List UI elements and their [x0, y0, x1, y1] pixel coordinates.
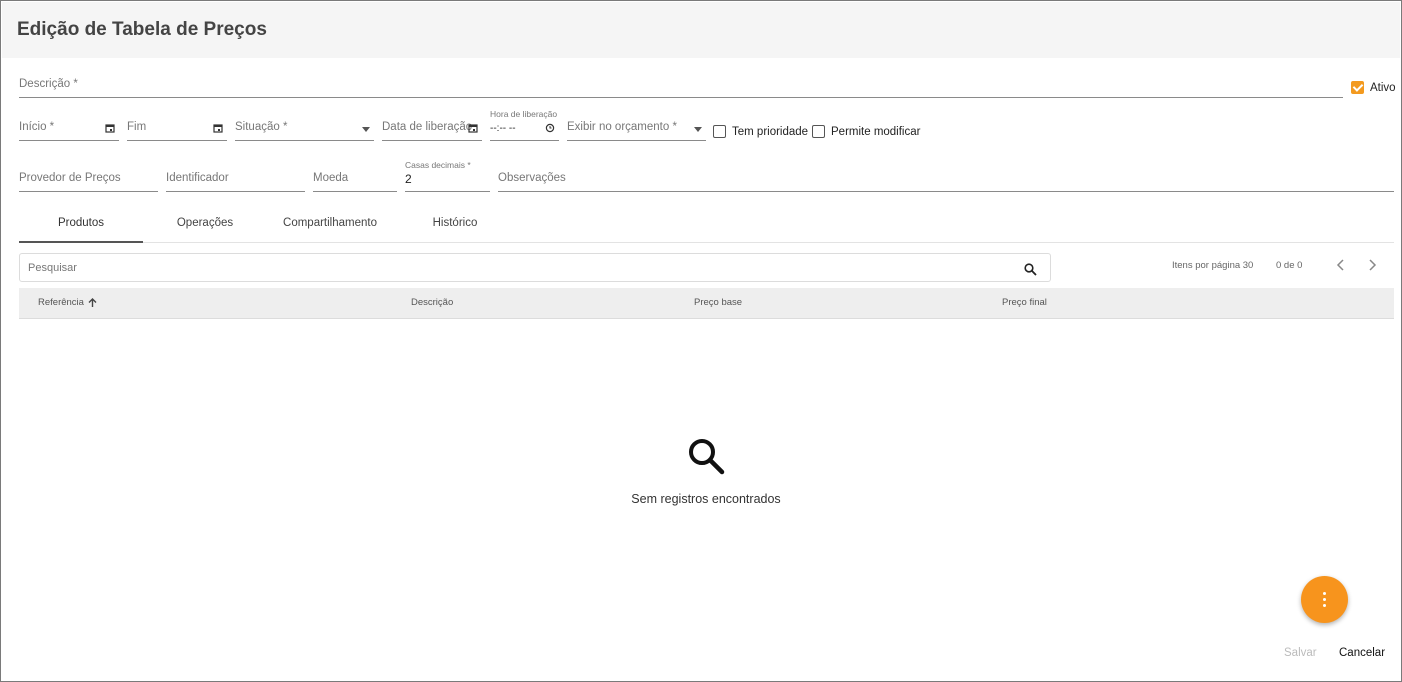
hora-liberacao-label: Hora de liberação — [490, 109, 558, 119]
search-placeholder: Pesquisar — [28, 262, 77, 274]
window: Edição de Tabela de Preços Descrição * A… — [0, 0, 1402, 682]
tab-historico[interactable]: Histórico — [393, 206, 517, 243]
more-vertical-icon — [1323, 592, 1326, 607]
tem-prioridade-label: Tem prioridade — [732, 125, 809, 138]
items-per-page[interactable]: Itens por página 30 — [1172, 260, 1253, 271]
column-descricao-label: Descrição — [411, 297, 454, 308]
clock-icon[interactable] — [545, 123, 555, 133]
provedor-label: Provedor de Preços — [19, 172, 121, 184]
chevron-down-icon — [362, 127, 370, 132]
calendar-icon[interactable] — [105, 123, 115, 133]
empty-message: Sem registros encontrados — [631, 492, 781, 506]
identificador-label: Identificador — [166, 172, 229, 184]
identificador-field[interactable]: Identificador — [166, 168, 305, 192]
observacoes-field[interactable]: Observações — [498, 168, 1394, 192]
page-header: Edição de Tabela de Preços — [2, 2, 1400, 58]
casas-decimais-label: Casas decimais * — [405, 160, 471, 170]
permite-modificar-checkbox[interactable]: Permite modificar — [812, 125, 920, 138]
cancel-button[interactable]: Cancelar — [1339, 647, 1385, 659]
tab-produtos[interactable]: Produtos — [19, 206, 143, 243]
search-icon — [689, 439, 725, 475]
ativo-check-icon[interactable] — [1351, 81, 1364, 94]
page-title: Edição de Tabela de Preços — [17, 19, 267, 40]
inicio-label: Início * — [19, 121, 55, 133]
calendar-icon[interactable] — [468, 123, 478, 133]
hora-liberacao-value: --:-- -- — [490, 123, 516, 134]
column-preco-base[interactable]: Preço base — [694, 297, 742, 308]
observacoes-label: Observações — [498, 172, 566, 184]
save-button[interactable]: Salvar — [1284, 647, 1317, 659]
column-preco-final[interactable]: Preço final — [1002, 297, 1047, 308]
descricao-field[interactable]: Descrição * — [19, 74, 1343, 98]
chevron-down-icon — [694, 127, 702, 132]
checkbox-icon[interactable] — [713, 125, 726, 138]
provedor-precos-field[interactable]: Provedor de Preços — [19, 168, 158, 192]
tab-bar: Produtos Operações Compartilhamento Hist… — [19, 206, 1394, 243]
search-input[interactable]: Pesquisar — [19, 253, 1051, 282]
moeda-label: Moeda — [313, 172, 349, 184]
search-icon[interactable] — [1024, 263, 1037, 276]
exibir-orcamento-select[interactable]: Exibir no orçamento * — [567, 117, 706, 141]
situacao-label: Situação * — [235, 121, 288, 133]
casas-decimais-value: 2 — [405, 172, 412, 186]
data-liberacao-field[interactable]: Data de liberação — [382, 117, 482, 141]
column-referencia-label: Referência — [38, 297, 84, 308]
column-preco-base-label: Preço base — [694, 297, 743, 308]
permite-modificar-label: Permite modificar — [831, 125, 921, 138]
situacao-select[interactable]: Situação * — [235, 117, 374, 141]
arrow-up-icon — [88, 297, 97, 307]
casas-decimais-field[interactable]: Casas decimais * 2 — [405, 160, 490, 192]
exibir-orcamento-label: Exibir no orçamento * — [567, 121, 677, 133]
calendar-icon[interactable] — [213, 123, 223, 133]
tem-prioridade-checkbox[interactable]: Tem prioridade — [713, 125, 808, 138]
more-actions-button[interactable] — [1301, 576, 1348, 623]
inicio-date-field[interactable]: Início * — [19, 117, 119, 141]
ativo-checkbox[interactable]: Ativo — [1351, 81, 1396, 94]
page-range: 0 de 0 — [1276, 260, 1303, 271]
table-header: Referência Descrição Preço base Preço fi… — [19, 288, 1394, 319]
column-preco-final-label: Preço final — [1002, 297, 1047, 308]
chevron-right-icon[interactable] — [1367, 259, 1377, 271]
descricao-label: Descrição * — [19, 78, 78, 90]
moeda-field[interactable]: Moeda — [313, 168, 397, 192]
column-descricao[interactable]: Descrição — [411, 297, 453, 308]
chevron-left-icon[interactable] — [1336, 259, 1346, 271]
data-liberacao-label: Data de liberação — [382, 121, 473, 133]
ativo-label: Ativo — [1370, 81, 1396, 94]
fim-label: Fim — [127, 121, 147, 133]
hora-liberacao-field[interactable]: Hora de liberação --:-- -- — [490, 109, 559, 141]
tab-operacoes[interactable]: Operações — [143, 206, 267, 243]
column-referencia[interactable]: Referência — [38, 297, 97, 308]
checkbox-icon[interactable] — [812, 125, 825, 138]
fim-date-field[interactable]: Fim — [127, 117, 227, 141]
tab-compartilhamento[interactable]: Compartilhamento — [267, 206, 393, 243]
